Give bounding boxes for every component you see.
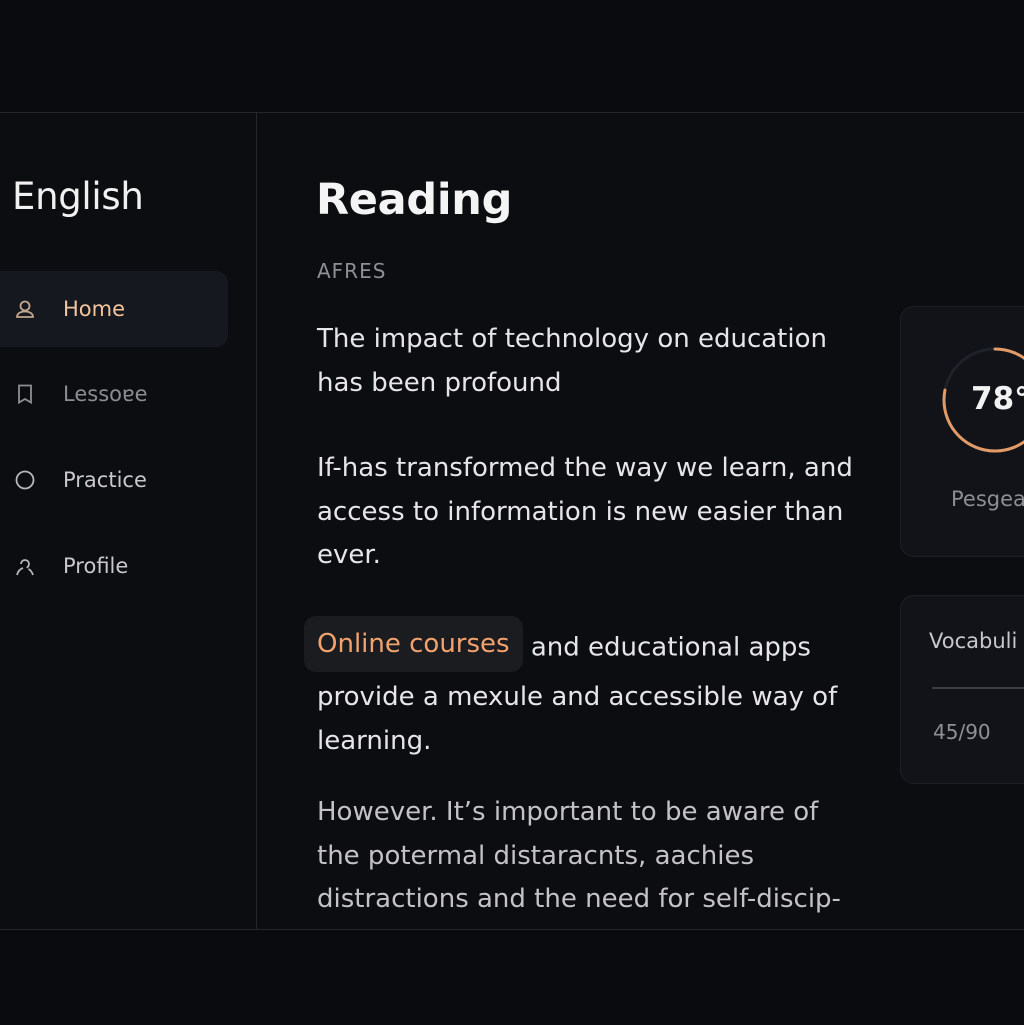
top-bar [0, 0, 1024, 113]
section-label: AFRES [317, 259, 387, 283]
circle-icon [14, 469, 36, 491]
paragraph: However. It’s important to be aware of t… [317, 797, 841, 914]
sidebar-item-home[interactable]: Home [0, 271, 228, 347]
app-window: English Home Lessoɐe Practice Profile Re… [0, 113, 1024, 929]
paragraph: The impact of technology on education ha… [317, 324, 827, 398]
progress-card[interactable]: 78°/ Pesgea [900, 306, 1024, 557]
vocabulary-card[interactable]: Vocabuli 45/90 [900, 595, 1024, 784]
paragraph: Online courses and educational apps prov… [304, 616, 857, 763]
bottom-bar [0, 929, 1024, 1025]
progress-label: Pesgea [951, 487, 1024, 511]
progress-value: 78°/ [971, 381, 1024, 417]
vocabulary-title: Vocabuli [929, 629, 1018, 653]
user-icon [14, 298, 36, 320]
reading-content: Reading AFRES The impact of technology o… [257, 113, 897, 929]
page-title: Reading [316, 175, 513, 225]
sidebar-item-label: Practice [63, 468, 147, 492]
sidebar-item-practice[interactable]: Practice [0, 442, 228, 518]
sidebar-item-profile[interactable]: Profile [0, 528, 228, 604]
sidebar: English Home Lessoɐe Practice Profile [0, 113, 257, 929]
sidebar-item-label: Home [63, 297, 126, 321]
sidebar-item-label: Profile [63, 554, 129, 578]
vocabulary-progress-track [932, 687, 1024, 689]
highlighted-term[interactable]: Online courses [304, 616, 523, 672]
profile-icon [14, 555, 36, 577]
paragraph: If-has transformed the way we learn, and… [317, 453, 853, 570]
bookmark-icon [14, 383, 36, 405]
sidebar-item-label: Lessoɐe [63, 382, 148, 406]
sidebar-item-lessons[interactable]: Lessoɐe [0, 356, 228, 432]
vocabulary-count: 45/90 [933, 720, 991, 744]
stats-panel: 78°/ Pesgea Vocabuli 45/90 [900, 113, 1024, 929]
app-title: English [12, 175, 144, 218]
